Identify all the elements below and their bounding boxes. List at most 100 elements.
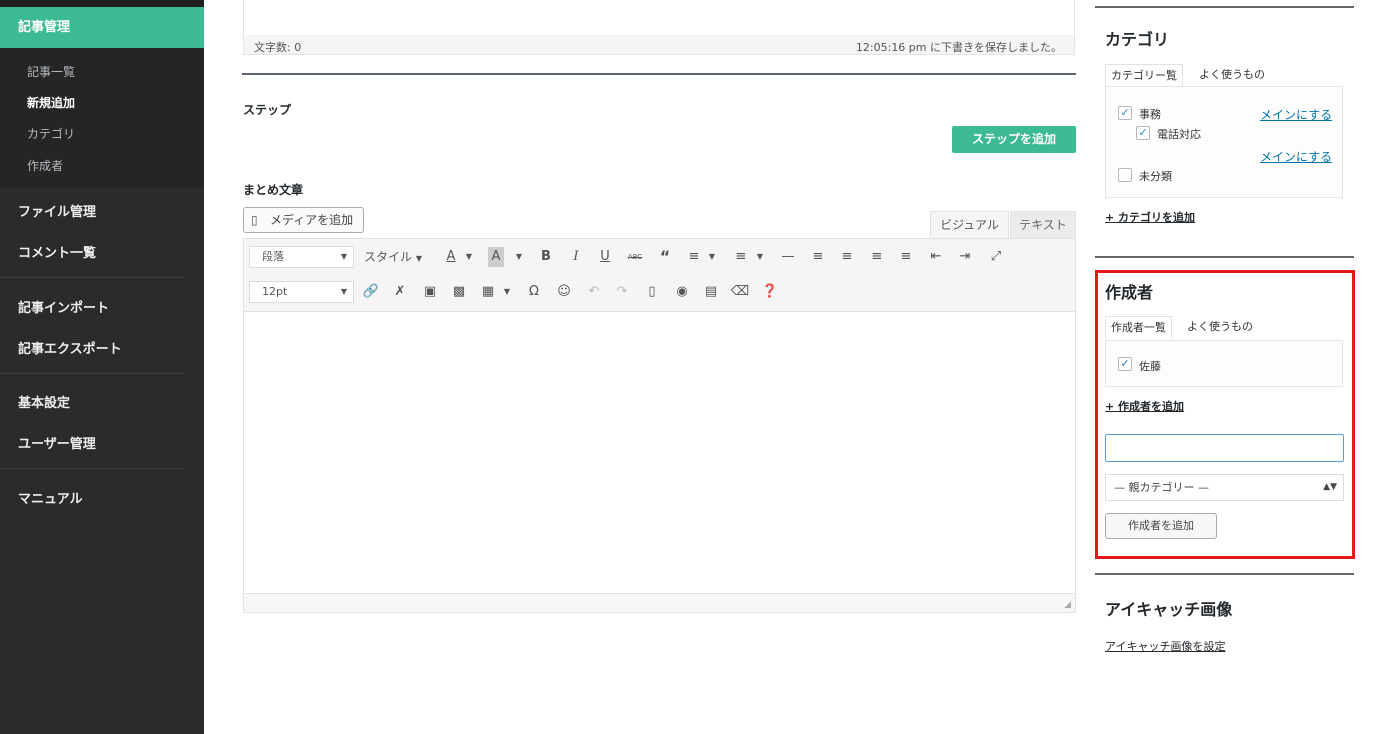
chevron-down-icon: ▼ bbox=[340, 287, 347, 296]
clear-formatting-icon[interactable]: ⌫ bbox=[730, 282, 750, 302]
paste-icon[interactable]: ▤ bbox=[701, 282, 721, 302]
admin-sidebar: 記事管理 記事一覧 新規追加 カテゴリ 作成者 ファイル管理 コメント一覧 記事… bbox=[0, 0, 204, 734]
tab-author-all[interactable]: 作成者一覧 bbox=[1105, 316, 1172, 338]
sidebar-subitem-category[interactable]: カテゴリ bbox=[27, 125, 75, 142]
tab-category-all[interactable]: カテゴリー覧 bbox=[1105, 64, 1183, 86]
category-list: ✓ 事務 メインにする ✓ 電話対応 メインにする 未分類 bbox=[1105, 86, 1343, 198]
fullscreen-icon[interactable]: ⤢ bbox=[986, 247, 1006, 267]
sidebar-item-users[interactable]: ユーザー管理 bbox=[18, 433, 96, 452]
format-select[interactable]: 段落 ▼ bbox=[249, 246, 354, 268]
chevron-down-icon[interactable]: ▼ bbox=[497, 282, 517, 302]
chevron-down-icon[interactable]: ▼ bbox=[459, 247, 479, 267]
eyecatch-panel-title: アイキャッチ画像 bbox=[1105, 600, 1233, 619]
indent-icon[interactable]: ⇥ bbox=[955, 247, 975, 267]
add-author-button[interactable]: 作成者を追加 bbox=[1105, 513, 1217, 539]
style-dropdown[interactable]: スタイル ▼ bbox=[364, 247, 422, 269]
sidebar-item-comments[interactable]: コメント一覧 bbox=[18, 242, 96, 261]
tab-author-popular[interactable]: よく使うもの bbox=[1187, 316, 1253, 338]
checkbox-checked-icon[interactable]: ✓ bbox=[1136, 126, 1150, 140]
help-icon[interactable]: ❓ bbox=[760, 282, 780, 302]
panel-divider bbox=[1095, 256, 1354, 258]
style-dropdown-label: スタイル bbox=[364, 250, 413, 264]
sidebar-item-files[interactable]: ファイル管理 bbox=[18, 201, 96, 220]
horizontal-rule-icon[interactable]: — bbox=[778, 247, 798, 267]
align-left-icon[interactable]: ≡ bbox=[808, 247, 828, 267]
sidebar-divider bbox=[0, 468, 184, 469]
category-panel-title: カテゴリ bbox=[1105, 30, 1170, 49]
category-label: 事務 bbox=[1139, 108, 1161, 121]
sidebar-subitem-article-list[interactable]: 記事一覧 bbox=[27, 63, 75, 80]
add-author-link[interactable]: + 作成者を追加 bbox=[1105, 398, 1184, 414]
add-step-button[interactable]: ステップを追加 bbox=[952, 126, 1076, 153]
chevron-down-icon[interactable]: ▼ bbox=[750, 247, 770, 267]
link-icon[interactable]: 🔗 bbox=[361, 282, 381, 302]
tab-visual[interactable]: ビジュアル bbox=[930, 211, 1009, 238]
parent-category-value: — 親カテゴリー — bbox=[1114, 481, 1209, 494]
underline-icon[interactable]: U bbox=[595, 247, 615, 267]
resize-handle-icon[interactable]: ◢ bbox=[1064, 600, 1071, 610]
find-replace-icon[interactable]: ◉ bbox=[672, 282, 692, 302]
emoticon-icon[interactable]: ☺ bbox=[554, 282, 574, 302]
format-select-value: 段落 bbox=[262, 250, 284, 263]
make-main-link[interactable]: メインにする bbox=[1260, 148, 1332, 165]
blockquote-icon[interactable]: “ bbox=[655, 247, 675, 267]
font-size-select[interactable]: 12pt ▼ bbox=[249, 281, 354, 303]
author-label: 佐藤 bbox=[1139, 360, 1161, 373]
sidebar-item-manual[interactable]: マニュアル bbox=[18, 488, 83, 507]
sidebar-item-settings[interactable]: 基本設定 bbox=[18, 392, 70, 411]
bookmark-icon[interactable]: ▯ bbox=[642, 282, 662, 302]
sidebar-item-export[interactable]: 記事エクスポート bbox=[18, 338, 122, 357]
tab-category-popular[interactable]: よく使うもの bbox=[1199, 64, 1265, 86]
italic-icon[interactable]: I bbox=[566, 247, 586, 267]
editor-status-bar: 文字数: 0 12:05:16 pm に下書きを保存しました。 bbox=[243, 35, 1075, 55]
bullet-list-icon[interactable]: ≡ bbox=[684, 247, 704, 267]
table-icon[interactable]: ▦ bbox=[478, 282, 498, 302]
sidebar-submenu: 記事一覧 新規追加 カテゴリ 作成者 bbox=[0, 48, 204, 188]
undo-icon[interactable]: ↶ bbox=[584, 282, 604, 302]
new-author-input[interactable] bbox=[1105, 434, 1344, 462]
set-eyecatch-link[interactable]: アイキャッチ画像を設定 bbox=[1105, 638, 1225, 654]
numbered-list-icon[interactable]: ≡ bbox=[731, 247, 751, 267]
background-color-icon[interactable]: A bbox=[488, 247, 504, 267]
category-label: 電話対応 bbox=[1157, 128, 1201, 141]
chevron-down-icon: ▼ bbox=[340, 252, 347, 261]
sidebar-divider bbox=[0, 373, 184, 374]
content-editor-body[interactable] bbox=[243, 0, 1075, 35]
summary-heading: まとめ文章 bbox=[243, 183, 304, 197]
add-category-link[interactable]: + カテゴリを追加 bbox=[1105, 209, 1195, 225]
align-center-icon[interactable]: ≡ bbox=[837, 247, 857, 267]
tab-text[interactable]: テキスト bbox=[1010, 211, 1076, 238]
align-justify-icon[interactable]: ≡ bbox=[896, 247, 916, 267]
sidebar-item-articles[interactable]: 記事管理 bbox=[0, 7, 204, 48]
author-list: ✓ 佐藤 bbox=[1105, 340, 1343, 387]
text-color-icon[interactable]: A bbox=[441, 247, 461, 267]
strikethrough-icon[interactable]: ABC bbox=[625, 247, 645, 267]
unlink-icon[interactable]: ✗ bbox=[390, 282, 410, 302]
panel-divider bbox=[1095, 573, 1354, 575]
steps-heading: ステップ bbox=[243, 103, 292, 117]
category-label: 未分類 bbox=[1139, 170, 1172, 183]
video-icon[interactable]: ▩ bbox=[449, 282, 469, 302]
checkbox-unchecked-icon[interactable] bbox=[1118, 168, 1132, 182]
checkbox-checked-icon[interactable]: ✓ bbox=[1118, 106, 1132, 120]
chevron-down-icon[interactable]: ▼ bbox=[509, 247, 529, 267]
image-icon[interactable]: ▣ bbox=[420, 282, 440, 302]
sidebar-top-strip bbox=[0, 0, 204, 7]
chevron-updown-icon: ▲▼ bbox=[1323, 482, 1337, 492]
outdent-icon[interactable]: ⇤ bbox=[926, 247, 946, 267]
checkbox-checked-icon[interactable]: ✓ bbox=[1118, 357, 1132, 371]
chevron-down-icon[interactable]: ▼ bbox=[702, 247, 722, 267]
font-size-value: 12pt bbox=[262, 285, 288, 298]
sidebar-subitem-author[interactable]: 作成者 bbox=[27, 157, 63, 174]
bold-icon[interactable]: B bbox=[536, 247, 556, 267]
sidebar-subitem-add-new[interactable]: 新規追加 bbox=[27, 94, 75, 111]
parent-category-select[interactable]: — 親カテゴリー — ▲▼ bbox=[1105, 474, 1344, 501]
make-main-link[interactable]: メインにする bbox=[1260, 106, 1332, 123]
author-panel-title: 作成者 bbox=[1105, 283, 1154, 302]
sidebar-item-import[interactable]: 記事インポート bbox=[18, 297, 109, 316]
add-media-button[interactable]: ▯ メディアを追加 bbox=[243, 207, 364, 233]
redo-icon[interactable]: ↷ bbox=[612, 282, 632, 302]
align-right-icon[interactable]: ≡ bbox=[867, 247, 887, 267]
summary-editor-body[interactable] bbox=[243, 312, 1076, 593]
special-character-icon[interactable]: Ω bbox=[524, 282, 544, 302]
